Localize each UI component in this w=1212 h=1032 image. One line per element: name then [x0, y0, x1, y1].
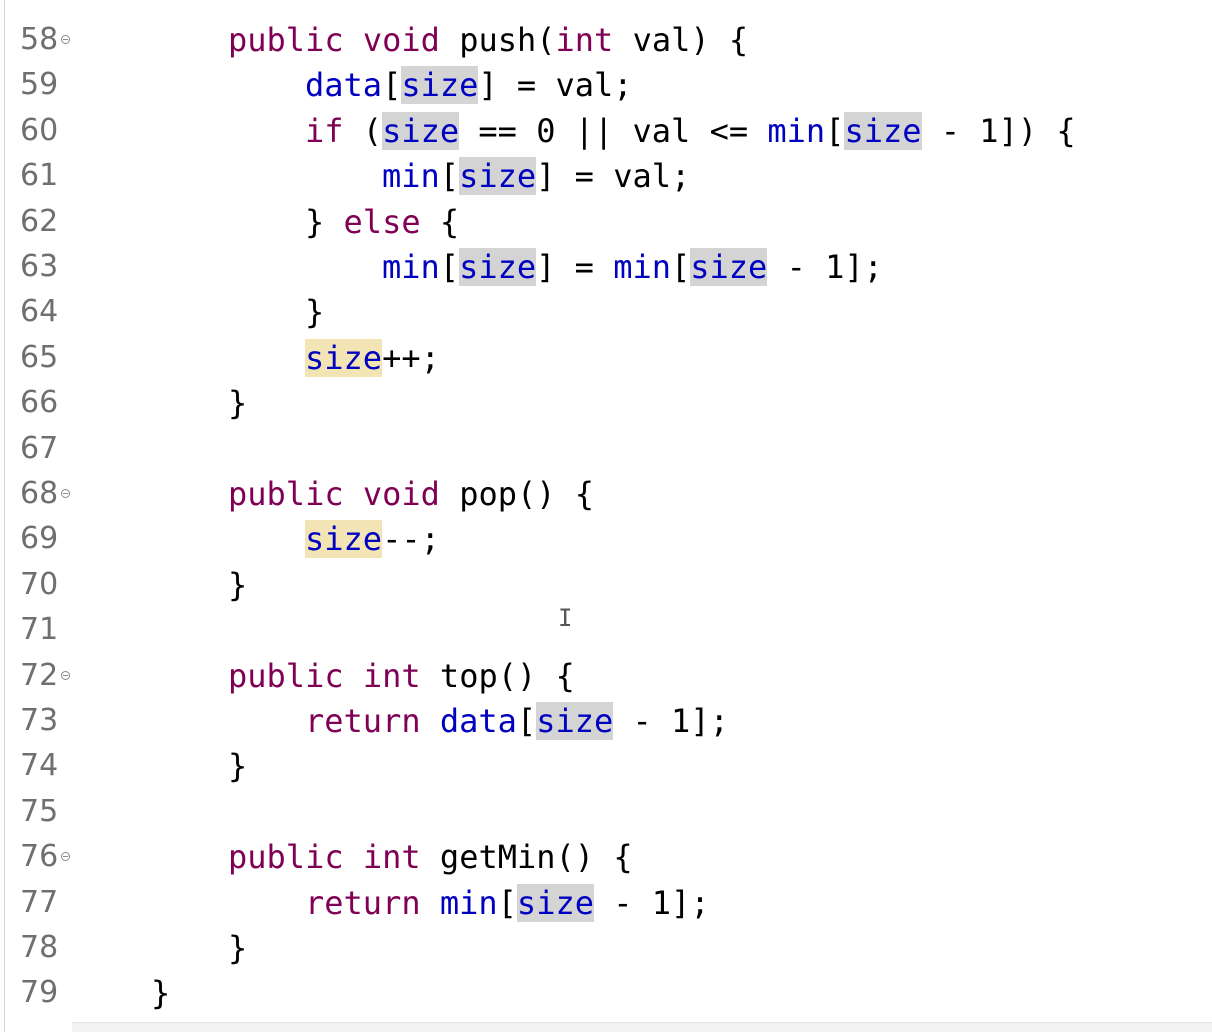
code-token: }	[228, 384, 248, 422]
code-line[interactable]: return min[size - 1];	[305, 880, 710, 926]
code-token: [	[439, 248, 460, 286]
keyword-token: public	[228, 838, 344, 876]
keyword-token: void	[362, 475, 440, 513]
code-token: [	[382, 66, 402, 104]
code-token: - 1]) {	[921, 112, 1076, 150]
code-token: [	[439, 157, 460, 195]
keyword-token: public	[228, 657, 344, 695]
keyword-token: return	[305, 702, 421, 740]
code-token: (	[343, 112, 383, 150]
highlighted-occurrence-token: size	[536, 702, 614, 740]
keyword-token: else	[343, 203, 421, 241]
code-token: pop() {	[439, 475, 595, 513]
code-area[interactable]: public void push(int val) {data[size] = …	[0, 0, 1212, 1032]
field-token: data	[439, 702, 517, 740]
code-token: }	[228, 929, 248, 967]
code-token: push(	[439, 21, 556, 59]
code-line[interactable]: data[size] = val;	[305, 62, 633, 108]
code-token: ] =	[536, 248, 614, 286]
code-token: - 1];	[613, 702, 729, 740]
code-editor[interactable]: 57 5859606162636465666768697071727374757…	[0, 0, 1212, 1032]
keyword-token: public	[228, 21, 344, 59]
keyword-token: public	[228, 475, 344, 513]
text-cursor-icon: I	[558, 604, 573, 632]
code-token: [	[670, 248, 691, 286]
field-token: min	[439, 884, 498, 922]
keyword-token: if	[305, 112, 344, 150]
highlighted-occurrence-token: size	[459, 157, 537, 195]
keyword-token: void	[362, 21, 440, 59]
code-token: val) {	[613, 21, 749, 59]
field-token: min	[767, 112, 826, 150]
code-token: ++;	[382, 339, 440, 377]
code-token: }	[228, 566, 248, 604]
field-token: min	[382, 248, 440, 286]
code-token: }	[228, 747, 248, 785]
highlighted-occurrence-token: size	[401, 66, 479, 104]
code-line[interactable]: size++;	[305, 335, 440, 381]
code-token: - 1];	[593, 884, 710, 922]
code-line[interactable]: }	[228, 743, 247, 789]
code-line[interactable]: }	[305, 289, 324, 335]
code-token: - 1];	[767, 248, 883, 286]
code-line[interactable]: if (size == 0 || val <= min[size - 1]) {	[305, 108, 1076, 154]
field-token: min	[382, 157, 440, 195]
highlighted-occurrence-token: size	[844, 112, 922, 150]
keyword-token: return	[305, 884, 421, 922]
code-line[interactable]: size--;	[305, 516, 440, 562]
code-line[interactable]: public void pop() {	[228, 471, 594, 517]
code-token: {	[420, 203, 460, 241]
highlighted-occurrence-token: size	[382, 112, 460, 150]
code-token: ] = val;	[478, 66, 633, 104]
code-token: --;	[382, 520, 440, 558]
code-line[interactable]: public int top() {	[228, 653, 575, 699]
highlighted-occurrence-token: size	[305, 339, 383, 377]
code-line[interactable]: }	[228, 562, 247, 608]
field-token: data	[305, 66, 383, 104]
highlighted-occurrence-token: size	[516, 884, 594, 922]
code-line[interactable]: public void push(int val) {	[228, 17, 748, 63]
code-token: }	[305, 203, 344, 241]
code-token: }	[151, 974, 171, 1012]
code-token: getMin() {	[420, 838, 633, 876]
code-token: ] = val;	[536, 157, 691, 195]
code-token: == 0 || val <=	[459, 112, 768, 150]
code-token: [	[497, 884, 517, 922]
code-line[interactable]: min[size] = min[size - 1];	[382, 244, 883, 290]
code-line[interactable]: return data[size - 1];	[305, 698, 729, 744]
horizontal-scrollbar[interactable]	[72, 1022, 1212, 1032]
field-token: min	[613, 248, 671, 286]
code-line[interactable]: public int getMin() {	[228, 834, 633, 880]
code-line[interactable]: min[size] = val;	[382, 153, 690, 199]
code-token: [	[516, 702, 537, 740]
keyword-token: int	[555, 21, 614, 59]
code-token: [	[825, 112, 845, 150]
code-line[interactable]: }	[228, 925, 247, 971]
highlighted-occurrence-token: size	[459, 248, 537, 286]
code-line[interactable]: }	[151, 970, 170, 1016]
keyword-token: int	[362, 838, 421, 876]
code-line[interactable]: } else {	[305, 199, 459, 245]
highlighted-occurrence-token: size	[690, 248, 768, 286]
code-line[interactable]: }	[228, 380, 247, 426]
code-token: top() {	[420, 657, 575, 695]
highlighted-occurrence-token: size	[305, 520, 383, 558]
code-token: }	[305, 293, 325, 331]
keyword-token: int	[362, 657, 421, 695]
